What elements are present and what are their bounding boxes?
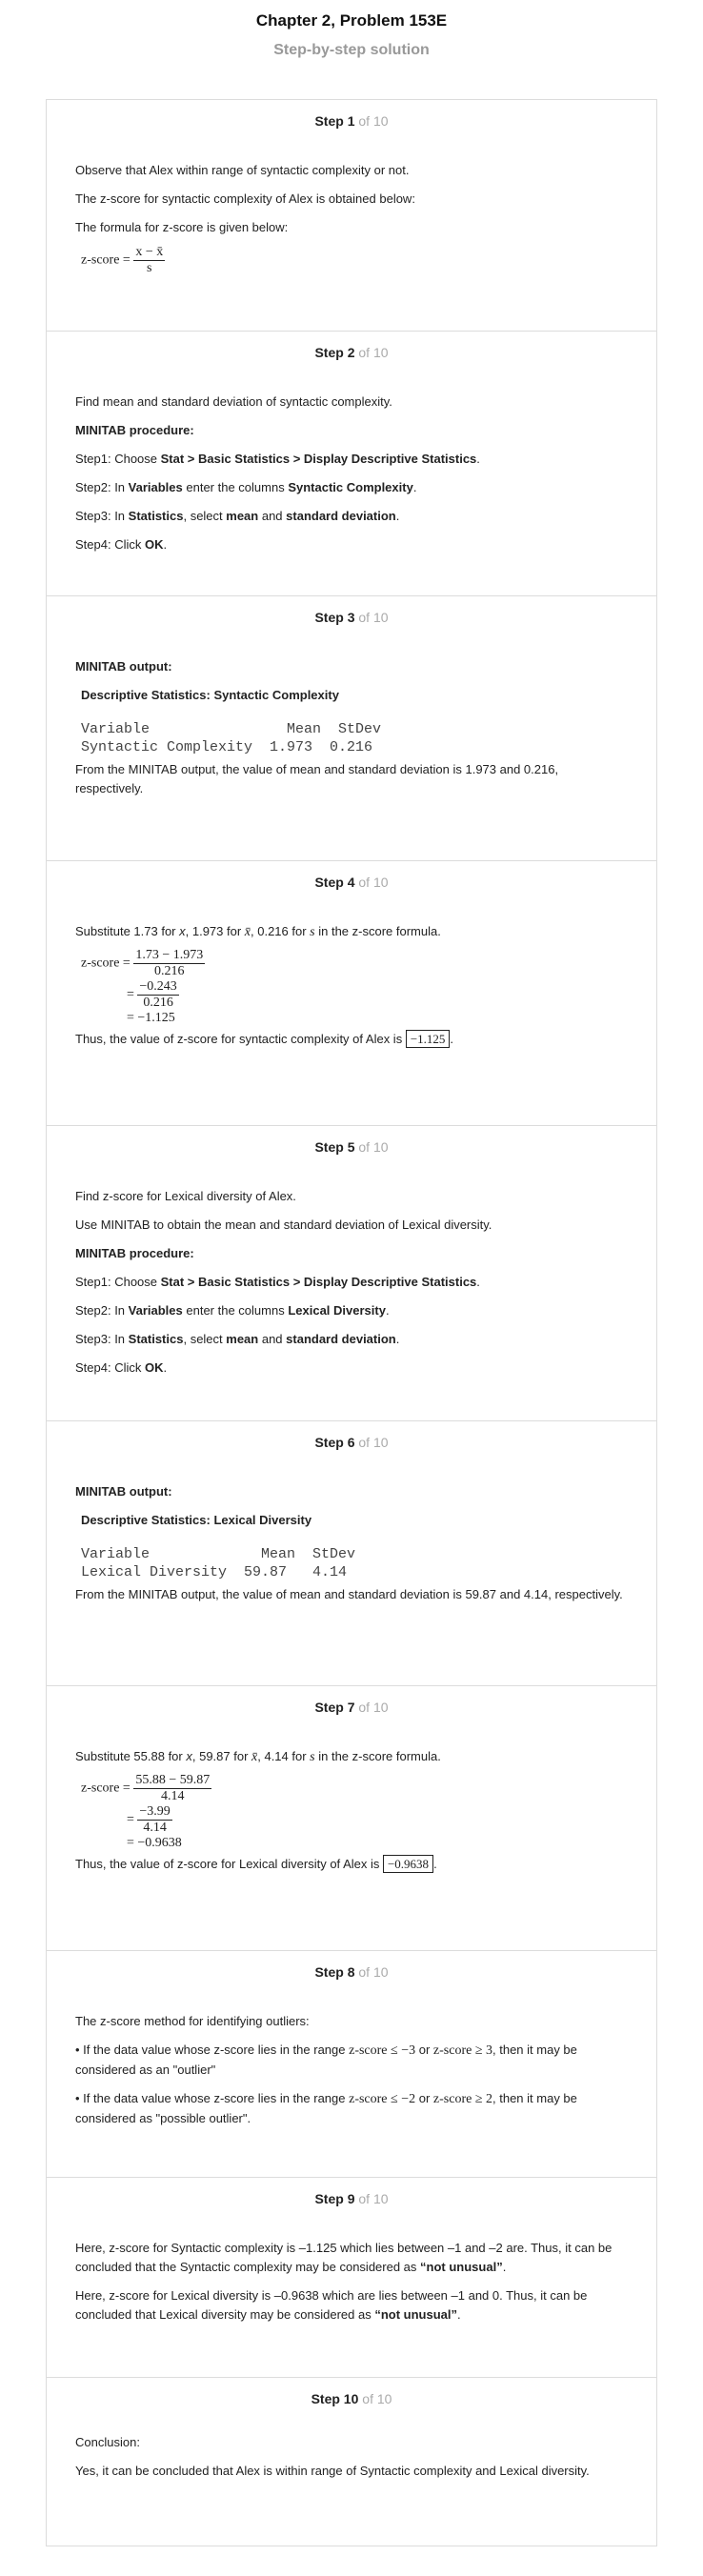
table-header: Variable Mean StDev: [81, 1546, 356, 1562]
output-heading: MINITAB output:: [75, 1484, 172, 1499]
paragraph: Substitute 1.73 for x, 1.973 for x̄, 0.2…: [75, 924, 441, 939]
step-10: Step 10 of 10 Conclusion: Yes, it can be…: [47, 2378, 656, 2546]
step-header: Step 2 of 10: [314, 345, 389, 360]
step-3: Step 3 of 10 MINITAB output: Descriptive…: [47, 596, 656, 861]
paragraph: The z-score for syntactic complexity of …: [75, 191, 415, 206]
step-header: Step 9 of 10: [314, 2191, 389, 2206]
step-4: Step 4 of 10 Substitute 1.73 for x, 1.97…: [47, 861, 656, 1126]
table-header: Variable Mean StDev: [81, 721, 382, 737]
procedure-step-2: Step2: In Variables enter the columns Sy…: [75, 480, 417, 494]
step-2: Step 2 of 10 Find mean and standard devi…: [47, 332, 656, 596]
paragraph: Here, z-score for Lexical diversity is –…: [75, 2288, 588, 2322]
z-score-formula: z-score = x − x̄ s: [81, 245, 166, 275]
conclusion: Thus, the value of z-score for syntactic…: [75, 1030, 454, 1048]
step-header: Step 4 of 10: [314, 875, 389, 890]
steps-container: Step 1 of 10 Observe that Alex within ra…: [46, 99, 657, 2546]
bullet-outlier: • If the data value whose z-score lies i…: [75, 2043, 577, 2077]
paragraph: Here, z-score for Syntactic complexity i…: [75, 2241, 613, 2274]
paragraph: Conclusion:: [75, 2435, 140, 2449]
procedure-step-3: Step3: In Statistics, select mean and st…: [75, 509, 400, 523]
step-header: Step 5 of 10: [314, 1139, 389, 1155]
procedure-step-4: Step4: Click OK.: [75, 1360, 168, 1375]
procedure-heading: MINITAB procedure:: [75, 1246, 194, 1260]
table-row: Syntactic Complexity 1.973 0.216: [81, 739, 373, 755]
paragraph: The formula for z-score is given below:: [75, 220, 289, 234]
step-5: Step 5 of 10 Find z-score for Lexical di…: [47, 1126, 656, 1421]
output-table: Variable Mean StDev Syntactic Complexity …: [81, 720, 628, 756]
calculation: z-score = 1.73 − 1.973 0.216 = −0.243 0.21…: [81, 948, 206, 1025]
procedure-step-3: Step3: In Statistics, select mean and st…: [75, 1332, 400, 1346]
procedure-step-4: Step4: Click OK.: [75, 537, 168, 552]
paragraph: Use MINITAB to obtain the mean and stand…: [75, 1218, 492, 1232]
output-heading: MINITAB output:: [75, 659, 172, 674]
output-title: Descriptive Statistics: Syntactic Comple…: [81, 688, 339, 702]
paragraph: Find mean and standard deviation of synt…: [75, 394, 392, 409]
paragraph: Find z-score for Lexical diversity of Al…: [75, 1189, 296, 1203]
procedure-heading: MINITAB procedure:: [75, 423, 194, 437]
conclusion: Thus, the value of z-score for Lexical d…: [75, 1855, 437, 1873]
paragraph: From the MINITAB output, the value of me…: [75, 762, 559, 795]
page-title: Chapter 2, Problem 153E: [255, 11, 448, 30]
paragraph: Substitute 55.88 for x, 59.87 for x̄, 4.…: [75, 1749, 441, 1764]
answer-box: −1.125: [405, 1030, 451, 1048]
paragraph: The z-score method for identifying outli…: [75, 2014, 310, 2028]
step-header: Step 10 of 10: [311, 2391, 392, 2406]
answer-box: −0.9638: [382, 1855, 434, 1873]
step-header: Step 7 of 10: [314, 1700, 389, 1715]
step-header: Step 6 of 10: [314, 1435, 389, 1450]
calculation: z-score = 55.88 − 59.87 4.14 = −3.99 4.14 …: [81, 1773, 212, 1850]
bullet-possible-outlier: • If the data value whose z-score lies i…: [75, 2091, 577, 2125]
page-subtitle: Step-by-step solution: [273, 42, 430, 58]
paragraph: Yes, it can be concluded that Alex is wi…: [75, 2464, 590, 2478]
step-1: Step 1 of 10 Observe that Alex within ra…: [47, 100, 656, 332]
table-row: Lexical Diversity 59.87 4.14: [81, 1564, 348, 1580]
step-header: Step 1 of 10: [314, 113, 389, 129]
step-9: Step 9 of 10 Here, z-score for Syntactic…: [47, 2178, 656, 2378]
output-title: Descriptive Statistics: Lexical Diversit…: [81, 1513, 312, 1527]
procedure-step-2: Step2: In Variables enter the columns Le…: [75, 1303, 390, 1318]
step-header: Step 3 of 10: [314, 610, 389, 625]
step-7: Step 7 of 10 Substitute 55.88 for x, 59.…: [47, 1686, 656, 1951]
procedure-step-1: Step1: Choose Stat > Basic Statistics > …: [75, 1275, 480, 1289]
procedure-step-1: Step1: Choose Stat > Basic Statistics > …: [75, 452, 480, 466]
paragraph: From the MINITAB output, the value of me…: [75, 1587, 623, 1601]
paragraph: Observe that Alex within range of syntac…: [75, 163, 410, 177]
step-header: Step 8 of 10: [314, 1964, 389, 1980]
output-table: Variable Mean StDev Lexical Diversity 59.…: [81, 1545, 628, 1581]
step-6: Step 6 of 10 MINITAB output: Descriptive…: [47, 1421, 656, 1686]
step-8: Step 8 of 10 The z-score method for iden…: [47, 1951, 656, 2178]
